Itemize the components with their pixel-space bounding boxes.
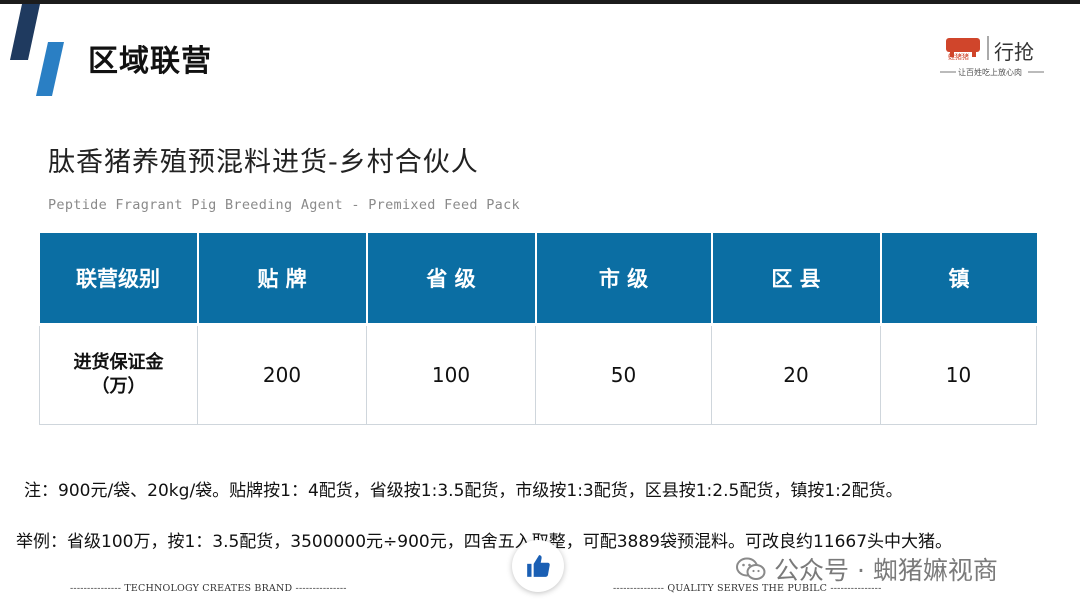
- value-cell-province: 100: [366, 324, 536, 425]
- value-cell-district: 20: [711, 324, 881, 425]
- logo-main-text: 行抢: [994, 40, 1034, 64]
- header-cell-province: 省 级: [365, 233, 536, 326]
- header-cell-city: 市 级: [534, 233, 712, 326]
- like-button[interactable]: [512, 540, 564, 592]
- franchise-table: 联营级别 贴 牌 省 级 市 级 区 县 镇 进货保证金 （万） 200 100…: [39, 233, 1037, 425]
- page-title: 肽香猪养殖预混料进货-乡村合伙人: [48, 147, 479, 178]
- brand-logo: 蛙猪猪 行抢 让百姓吃上放心肉: [936, 32, 1048, 82]
- logo-sub-text: 蛙猪猪: [948, 53, 969, 61]
- watermark: 公众号 · 蜘猪嫲视商: [736, 552, 998, 586]
- example-text: 举例：省级100万，按1：3.5配货，3500000元÷900元，四舍五入取整，…: [16, 532, 953, 552]
- page-subtitle: Peptide Fragrant Pig Breeding Agent - Pr…: [48, 197, 520, 213]
- watermark-text: 公众号 · 蜘猪嫲视商: [774, 556, 998, 585]
- row-label: 进货保证金 （万）: [39, 324, 198, 425]
- section-title: 区域联营: [88, 44, 212, 79]
- note-text: 注：900元/袋、20kg/袋。贴牌按1：4配货，省级按1:3.5配货，市级按1…: [24, 481, 903, 501]
- value-cell-brand: 200: [197, 324, 367, 425]
- header-cell-brand: 贴 牌: [196, 233, 367, 326]
- wechat-icon: [736, 557, 766, 580]
- value-cell-town: 10: [880, 324, 1037, 425]
- logo-slogan: 让百姓吃上放心肉: [958, 68, 1022, 77]
- header-cell-town: 镇: [879, 233, 1037, 326]
- footer-left-slogan: --------------- TECHNOLOGY CREATES BRAND…: [70, 583, 347, 594]
- header-cell-district: 区 县: [710, 233, 881, 326]
- row-label-line2: （万）: [91, 376, 146, 397]
- thumbs-up-icon: [527, 555, 550, 577]
- row-label-line1: 进货保证金: [73, 352, 164, 373]
- table-row: 进货保证金 （万） 200 100 50 20 10: [39, 324, 1037, 425]
- header-cell-level: 联营级别: [39, 233, 198, 326]
- header-decoration: [10, 4, 64, 96]
- table-header-row: 联营级别 贴 牌 省 级 市 级 区 县 镇: [39, 233, 1037, 326]
- top-bar: [0, 0, 1080, 4]
- value-cell-city: 50: [535, 324, 712, 425]
